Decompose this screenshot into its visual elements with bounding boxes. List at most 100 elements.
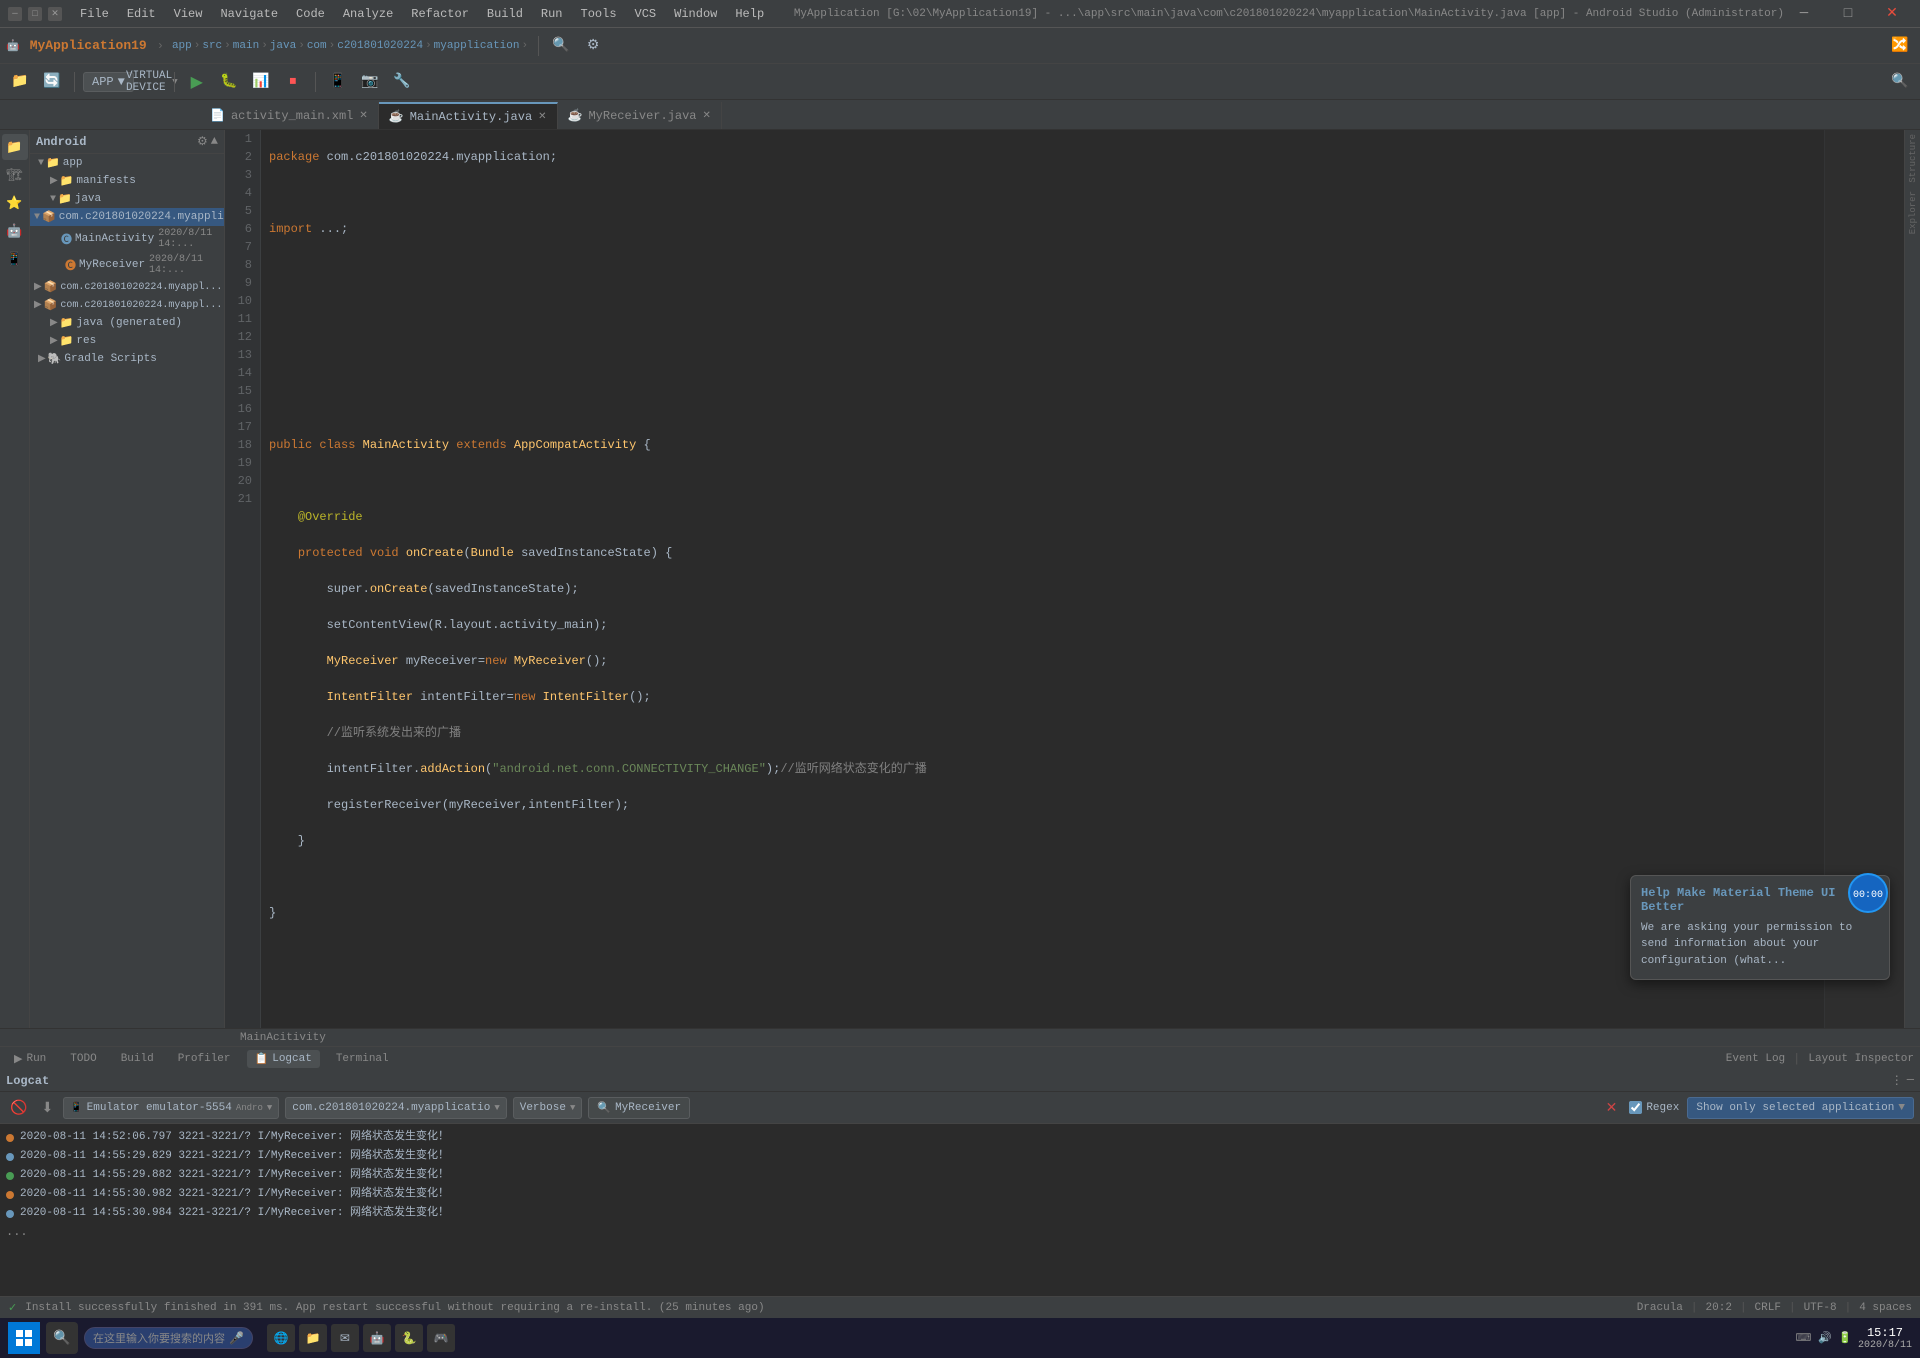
sync-btn[interactable]: 🔄 [38, 68, 66, 96]
menu-vcs[interactable]: VCS [627, 5, 665, 23]
tools-btn-2[interactable]: 📷 [356, 68, 384, 96]
bc-main[interactable]: main [233, 40, 259, 52]
emulator-selector[interactable]: 📱 Emulator emulator-5554 Andro ▼ [63, 1097, 279, 1119]
code-content[interactable]: package com.c201801020224.myapplication;… [261, 130, 1824, 1028]
debug-button[interactable]: 🐛 [215, 68, 243, 96]
taskbar-search-box[interactable]: 在这里输入你要搜索的内容 🎤 [84, 1327, 253, 1349]
sidebar-project-icon[interactable]: 📁 [2, 134, 28, 160]
logcat-search-box[interactable]: 🔍 MyReceiver [588, 1097, 690, 1119]
line-ending-label[interactable]: CRLF [1755, 1302, 1781, 1314]
tree-myreceiver[interactable]: 🅒 MyReceiver 2020/8/11 14:... [30, 252, 224, 278]
tree-java-gen[interactable]: ▶ 📁 java (generated) [30, 314, 224, 332]
tree-gradle[interactable]: ▶ 🐘 Gradle Scripts [30, 350, 224, 368]
sidebar-structure-icon[interactable]: 🏗 [2, 162, 28, 188]
tree-pkg-2[interactable]: ▶ 📦 com.c201801020224.myappl... [30, 278, 224, 296]
tab-profiler[interactable]: Profiler [170, 1051, 239, 1067]
regex-checkbox[interactable] [1629, 1101, 1642, 1114]
sidebar-android-icon[interactable]: 🤖 [2, 218, 28, 244]
tree-mainactivity[interactable]: 🅒 MainActivity 2020/8/11 14:... [30, 226, 224, 252]
tools-btn-3[interactable]: 🔧 [388, 68, 416, 96]
show-only-selected-btn[interactable]: Show only selected application ▼ [1687, 1097, 1914, 1119]
indent-label[interactable]: 4 spaces [1859, 1302, 1912, 1314]
tab-terminal[interactable]: Terminal [328, 1051, 397, 1067]
win-close[interactable]: ✕ [1872, 0, 1912, 28]
menu-run[interactable]: Run [533, 5, 571, 23]
menu-navigate[interactable]: Navigate [212, 5, 286, 23]
search-btn[interactable]: 🔍 [1886, 68, 1914, 96]
menu-help[interactable]: Help [727, 5, 772, 23]
package-selector[interactable]: com.c201801020224.myapplicatio ▼ [285, 1097, 506, 1119]
start-button[interactable] [8, 1322, 40, 1354]
win-minimize[interactable]: ─ [1784, 0, 1824, 28]
git-btn[interactable]: 🔀 [1886, 32, 1914, 60]
regex-checkbox-label[interactable]: Regex [1629, 1101, 1679, 1114]
sidebar-resource-icon[interactable]: 📱 [2, 246, 28, 272]
menu-build[interactable]: Build [479, 5, 531, 23]
tab-my-receiver[interactable]: ☕ MyReceiver.java ✕ [558, 102, 722, 129]
theme-label[interactable]: Dracula [1637, 1302, 1683, 1314]
menu-window[interactable]: Window [666, 5, 725, 23]
tree-header-btn-1[interactable]: ⚙ [197, 134, 208, 149]
sidebar-favorites-icon[interactable]: ⭐ [2, 190, 28, 216]
tree-pkg-3[interactable]: ▶ 📦 com.c201801020224.myappl... [30, 296, 224, 314]
logcat-minimize-btn[interactable]: ─ [1907, 1073, 1914, 1088]
tree-header-btn-2[interactable]: ▲ [211, 134, 218, 149]
taskbar-search-btn[interactable]: 🔍 [46, 1322, 78, 1354]
timer-circle[interactable]: 00:00 [1846, 871, 1890, 915]
menu-tools[interactable]: Tools [573, 5, 625, 23]
bc-java[interactable]: java [270, 40, 296, 52]
tab-build[interactable]: Build [113, 1051, 162, 1067]
tools-btn-1[interactable]: 📱 [324, 68, 352, 96]
menu-file[interactable]: File [72, 5, 117, 23]
bc-com[interactable]: com [307, 40, 327, 52]
tree-manifests[interactable]: ▶ 📁 manifests [30, 172, 224, 190]
settings-btn[interactable]: ⚙ [579, 32, 607, 60]
taskbar-app-2[interactable]: 📁 [299, 1324, 327, 1352]
tab-activity-main-close[interactable]: ✕ [359, 110, 367, 122]
structure-tab-right[interactable]: Structure [1907, 130, 1919, 187]
taskbar-app-4[interactable]: 🤖 [363, 1324, 391, 1352]
tree-res[interactable]: ▶ 📁 res [30, 332, 224, 350]
minimize-btn[interactable]: ─ [8, 7, 22, 21]
clear-logcat-btn[interactable]: 🚫 [6, 1097, 31, 1118]
tab-main-activity[interactable]: ☕ MainActivity.java ✕ [379, 102, 558, 129]
explorer-tab-right[interactable]: Explorer [1907, 187, 1919, 238]
project-structure-btn[interactable]: 📁 [6, 68, 34, 96]
tab-my-receiver-close[interactable]: ✕ [703, 110, 711, 122]
col-num-status[interactable]: 2 [1725, 1302, 1732, 1314]
tree-java[interactable]: ▼ 📁 java [30, 190, 224, 208]
tree-pkg-main[interactable]: ▼ 📦 com.c201801020224.myapplication [30, 208, 224, 226]
tab-logcat[interactable]: 📋 Logcat [247, 1050, 320, 1068]
taskbar-app-6[interactable]: 🎮 [427, 1324, 455, 1352]
taskbar-app-3[interactable]: ✉ [331, 1324, 359, 1352]
menu-view[interactable]: View [166, 5, 211, 23]
layout-inspector-link[interactable]: Layout Inspector [1808, 1053, 1914, 1065]
line-num-status[interactable]: 20 [1706, 1302, 1719, 1314]
search-everywhere-btn[interactable]: 🔍 [547, 32, 575, 60]
stop-button[interactable]: ⏹ [279, 68, 307, 96]
win-maximize[interactable]: □ [1828, 0, 1868, 28]
bc-app[interactable]: app [172, 40, 192, 52]
device-selector[interactable]: VIRTUAL DEVICE ▼ [138, 68, 166, 96]
menu-analyze[interactable]: Analyze [335, 5, 401, 23]
tree-app[interactable]: ▼ 📁 app [30, 154, 224, 172]
menu-edit[interactable]: Edit [119, 5, 164, 23]
tab-main-activity-close[interactable]: ✕ [538, 111, 546, 123]
bc-myapp[interactable]: myapplication [434, 40, 520, 52]
bc-src[interactable]: src [202, 40, 222, 52]
encoding-label[interactable]: UTF-8 [1804, 1302, 1837, 1314]
clear-search-btn[interactable]: ✕ [1602, 1097, 1622, 1118]
loglevel-selector[interactable]: Verbose ▼ [513, 1097, 583, 1119]
menu-refactor[interactable]: Refactor [403, 5, 477, 23]
menu-code[interactable]: Code [288, 5, 333, 23]
tab-activity-main[interactable]: 📄 activity_main.xml ✕ [200, 102, 379, 129]
tab-todo[interactable]: TODO [62, 1051, 104, 1067]
taskbar-app-5[interactable]: 🐍 [395, 1324, 423, 1352]
event-log-link[interactable]: Event Log [1726, 1053, 1785, 1065]
taskbar-app-1[interactable]: 🌐 [267, 1324, 295, 1352]
scroll-end-btn[interactable]: ⬇ [37, 1097, 57, 1118]
profile-button[interactable]: 📊 [247, 68, 275, 96]
bc-pkg[interactable]: c201801020224 [337, 40, 423, 52]
maximize-btn[interactable]: □ [28, 7, 42, 21]
tab-run[interactable]: ▶ Run [6, 1050, 54, 1068]
